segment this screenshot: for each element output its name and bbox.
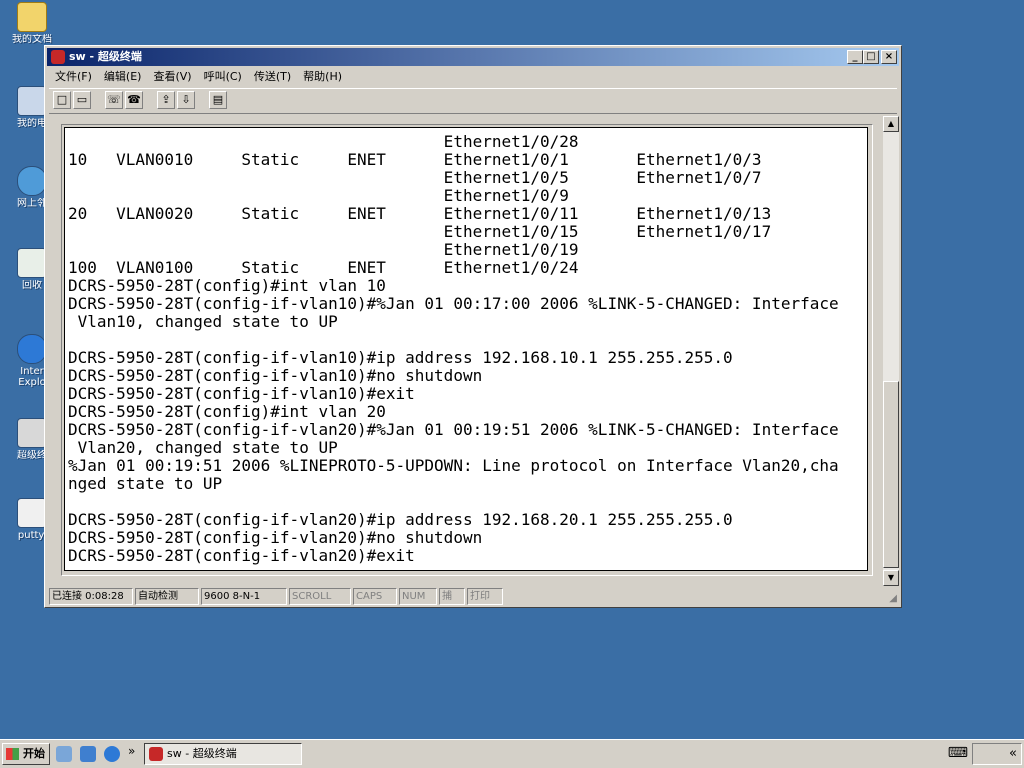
menu-help[interactable]: 帮助(H) xyxy=(297,68,348,86)
terminal-line: DCRS-5950-28T(config-if-vlan10)#exit xyxy=(68,384,415,403)
folder-icon xyxy=(17,2,47,32)
status-autodetect: 自动检测 xyxy=(135,588,199,605)
window-titlebar[interactable]: sw - 超级终端 _ □ × xyxy=(47,48,899,66)
menu-edit[interactable]: 编辑(E) xyxy=(98,68,148,86)
terminal-line: DCRS-5950-28T(config-if-vlan20)#no shutd… xyxy=(68,528,483,547)
new-button[interactable]: □ xyxy=(53,91,71,109)
terminal-line: %Jan 01 00:19:51 2006 %LINEPROTO-5-UPDOW… xyxy=(68,456,839,475)
recycle-bin-icon xyxy=(17,248,47,278)
status-num: NUM xyxy=(399,588,437,605)
terminal-line: Ethernet1/0/9 xyxy=(68,186,569,205)
terminal-line: DCRS-5950-28T(config-if-vlan20)#%Jan 01 … xyxy=(68,420,839,439)
properties-icon: ▤ xyxy=(212,93,224,106)
system-tray: « xyxy=(972,743,1022,765)
scroll-down-button[interactable]: ▼ xyxy=(883,570,899,586)
terminal-line: Ethernet1/0/19 xyxy=(68,240,579,259)
open-button[interactable]: ▭ xyxy=(73,91,91,109)
menu-file[interactable]: 文件(F) xyxy=(49,68,98,86)
start-button[interactable]: 开始 xyxy=(2,743,50,765)
taskbar-item-label: sw - 超级终端 xyxy=(167,747,237,760)
taskbar-item-hyperterminal[interactable]: sw - 超级终端 xyxy=(144,743,302,765)
quicklaunch-more-icon[interactable]: » xyxy=(128,744,135,758)
show-desktop-icon[interactable] xyxy=(56,746,72,762)
open-icon: ▭ xyxy=(76,93,88,106)
terminal-line: Ethernet1/0/28 xyxy=(68,132,579,151)
terminal-line: Vlan10, changed state to UP xyxy=(68,312,338,331)
ie-quicklaunch-icon[interactable] xyxy=(104,746,120,762)
desktop-icon-label: 我的文档 xyxy=(12,34,52,45)
computer-icon xyxy=(17,86,47,116)
terminal-line: Vlan20, changed state to UP xyxy=(68,438,338,457)
properties-button[interactable]: ▤ xyxy=(209,91,227,109)
menubar: 文件(F) 编辑(E) 查看(V) 呼叫(C) 传送(T) 帮助(H) xyxy=(49,68,897,86)
terminal-line: Ethernet1/0/15 Ethernet1/0/17 xyxy=(68,222,772,241)
call-button[interactable]: ☎ xyxy=(125,91,143,109)
terminal-screen[interactable]: Ethernet1/0/28 10 VLAN0010 Static ENET Et… xyxy=(64,127,868,571)
resize-grip[interactable]: ◢ xyxy=(883,592,897,606)
receive-icon: ⇩ xyxy=(181,93,191,106)
receive-button[interactable]: ⇩ xyxy=(177,91,195,109)
terminal-line: DCRS-5950-28T(config)#int vlan 10 xyxy=(68,276,386,295)
menu-view[interactable]: 查看(V) xyxy=(147,68,197,86)
maximize-button[interactable]: □ xyxy=(863,50,879,64)
status-print: 打印 xyxy=(467,588,503,605)
network-icon xyxy=(17,166,47,196)
status-scroll: SCROLL xyxy=(289,588,351,605)
status-capture: 捕 xyxy=(439,588,465,605)
window-title: sw - 超级终端 xyxy=(69,50,142,63)
explorer-icon[interactable] xyxy=(80,746,96,762)
terminal-line: DCRS-5950-28T(config)#int vlan 20 xyxy=(68,402,386,421)
terminal-line: 20 VLAN0020 Static ENET Ethernet1/0/11 E… xyxy=(68,204,772,223)
ie-icon xyxy=(17,334,47,364)
scrollbar-thumb[interactable] xyxy=(883,381,899,568)
tray-expand-icon[interactable]: « xyxy=(1009,746,1017,761)
windows-logo-icon xyxy=(6,748,19,760)
toolbar: □ ▭ ☏ ☎ ⇪ ⇩ ▤ xyxy=(49,88,897,114)
desktop-icon-my-documents[interactable]: 我的文档 xyxy=(10,2,54,45)
disconnect-icon: ☏ xyxy=(107,93,121,106)
close-button[interactable]: × xyxy=(881,50,897,64)
taskbar: 开始 » sw - 超级终端 ⌨ « xyxy=(0,739,1024,768)
start-label: 开始 xyxy=(23,747,45,760)
hyperterminal-app-icon[interactable] xyxy=(51,50,65,64)
hyperterminal-task-icon xyxy=(149,747,163,761)
send-button[interactable]: ⇪ xyxy=(157,91,175,109)
vertical-scrollbar[interactable]: ▲ ▼ xyxy=(883,116,899,586)
terminal-frame: Ethernet1/0/28 10 VLAN0010 Static ENET Et… xyxy=(61,124,873,576)
terminal-line: DCRS-5950-28T(config-if-vlan10)#%Jan 01 … xyxy=(68,294,839,313)
terminal-line: nged state to UP xyxy=(68,474,223,493)
new-icon: □ xyxy=(56,93,68,106)
menu-call[interactable]: 呼叫(C) xyxy=(198,68,248,86)
disconnect-button[interactable]: ☏ xyxy=(105,91,123,109)
terminal-line: DCRS-5950-28T(config-if-vlan10)#ip addre… xyxy=(68,348,733,367)
terminal-line: DCRS-5950-28T(config-if-vlan20)#exit xyxy=(68,546,415,565)
send-icon: ⇪ xyxy=(161,93,171,106)
menu-transfer[interactable]: 传送(T) xyxy=(248,68,297,86)
scroll-up-button[interactable]: ▲ xyxy=(883,116,899,132)
hyperterminal-window[interactable]: sw - 超级终端 _ □ × 文件(F) 编辑(E) 查看(V) 呼叫(C) 传送(T… xyxy=(44,45,902,608)
terminal-line: Ethernet1/0/5 Ethernet1/0/7 xyxy=(68,168,762,187)
call-icon: ☎ xyxy=(127,93,141,106)
terminal-line: 100 VLAN0100 Static ENET Ethernet1/0/24 xyxy=(68,258,579,277)
hyperterminal-shortcut-icon xyxy=(17,418,47,448)
status-port-settings: 9600 8-N-1 xyxy=(201,588,287,605)
minimize-button[interactable]: _ xyxy=(847,50,863,64)
terminal-line: 10 VLAN0010 Static ENET Ethernet1/0/1 Et… xyxy=(68,150,762,169)
terminal-output: Ethernet1/0/28 10 VLAN0010 Static ENET Et… xyxy=(68,133,839,565)
status-caps: CAPS xyxy=(353,588,397,605)
statusbar: 已连接 0:08:28 自动检测 9600 8-N-1 SCROLL CAPS … xyxy=(49,588,897,606)
terminal-line: DCRS-5950-28T(config-if-vlan20)#ip addre… xyxy=(68,510,733,529)
keyboard-icon[interactable]: ⌨ xyxy=(948,745,968,761)
terminal-line: DCRS-5950-28T(config-if-vlan10)#no shutd… xyxy=(68,366,483,385)
status-connected: 已连接 0:08:28 xyxy=(49,588,133,605)
putty-icon xyxy=(17,498,47,528)
